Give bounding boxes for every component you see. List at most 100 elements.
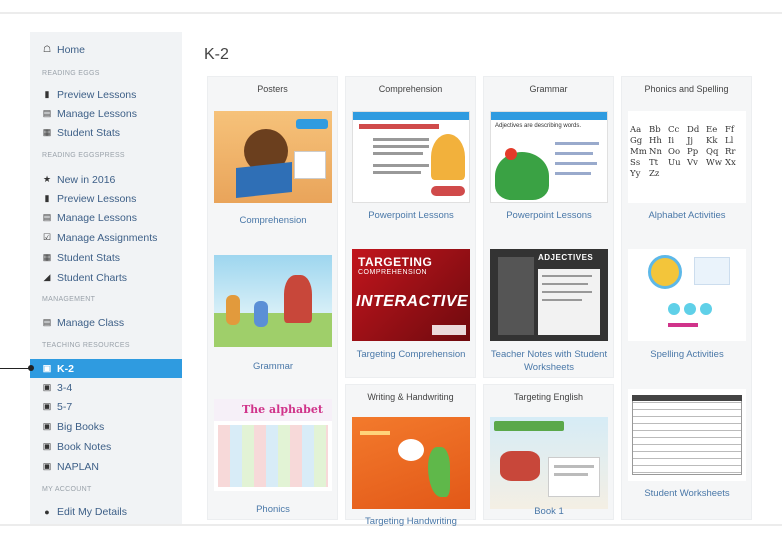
- alphabet-letter: Oo: [668, 147, 681, 157]
- stats-icon: ▦: [42, 127, 52, 137]
- panel-title: Posters: [257, 84, 288, 94]
- image-icon: ▣: [42, 401, 52, 411]
- alphabet-letter: Ii: [668, 136, 675, 146]
- panel-posters: Posters Comprehension Grammar The alphab…: [207, 76, 338, 520]
- thumb-text-frog: Adjectives are describing words.: [495, 123, 582, 129]
- sidebar-item-label: Manage Assignments: [57, 231, 158, 244]
- sidebar-item-new-in-2016[interactable]: ★ New in 2016: [30, 170, 182, 189]
- sidebar-item-manage-class[interactable]: ▤ Manage Class: [30, 313, 182, 332]
- poster-phonics-banner: The alphabet: [242, 403, 323, 416]
- sidebar-item-eggspress-manage-lessons[interactable]: ▤ Manage Lessons: [30, 208, 182, 227]
- alphabet-letter: Tt: [649, 158, 659, 168]
- thumb-text-interactive: INTERACTIVE: [356, 293, 469, 310]
- app-window: ☖ Home READING EGGS ▮ Preview Lessons ▤ …: [0, 0, 782, 538]
- poster-comprehension-thumb[interactable]: [214, 111, 332, 203]
- panel-writing-handwriting: Writing & Handwriting Targeting Handwrit…: [345, 384, 476, 527]
- poster-phonics-thumb[interactable]: The alphabet: [214, 399, 332, 491]
- sidebar-item-label: Manage Lessons: [57, 107, 137, 120]
- panel-comprehension: Comprehension Powerpoint Lessons TARGETI…: [345, 76, 476, 378]
- comprehension-powerpoint-thumb[interactable]: [352, 111, 470, 203]
- sidebar-item-label: 5-7: [57, 400, 73, 413]
- sidebar-item-big-books[interactable]: ▣ Big Books: [30, 417, 182, 436]
- card-link-student-worksheets[interactable]: Student Worksheets: [622, 487, 752, 500]
- sidebar-item-eggspress-student-stats[interactable]: ▦ Student Stats: [30, 248, 182, 267]
- targeting-comprehension-thumb[interactable]: TARGETING COMPREHENSION INTERACTIVE: [352, 249, 470, 341]
- spelling-activities-thumb[interactable]: [628, 249, 746, 341]
- sidebar-item-label: Big Books: [57, 420, 105, 433]
- sidebar-item-k-2[interactable]: ▣ K-2: [30, 359, 182, 378]
- card-link-alphabet-activities[interactable]: Alphabet Activities: [622, 209, 752, 222]
- sidebar-item-label: Student Charts: [57, 271, 128, 284]
- sidebar-item-label: Preview Lessons: [57, 88, 137, 101]
- card-link-powerpoint-lessons[interactable]: Powerpoint Lessons: [346, 209, 476, 222]
- alphabet-letter: Pp: [687, 147, 699, 157]
- panel-title: Phonics and Spelling: [644, 84, 729, 94]
- image-icon: ▣: [42, 363, 52, 373]
- alphabet-letter: Bb: [649, 125, 661, 135]
- sidebar-item-manage-lessons[interactable]: ▤ Manage Lessons: [30, 104, 182, 123]
- panel-phonics-spelling: Phonics and Spelling Aa Bb Cc Dd Ee Ff Gg Hh Ii J…: [621, 76, 752, 520]
- targeting-handwriting-thumb[interactable]: [352, 417, 470, 509]
- sidebar-item-eggspress-preview-lessons[interactable]: ▮ Preview Lessons: [30, 189, 182, 208]
- heading-management: MANAGEMENT: [42, 296, 96, 303]
- sidebar-item-3-4[interactable]: ▣ 3-4: [30, 378, 182, 397]
- alphabet-letter: Ll: [725, 136, 734, 146]
- top-border: [0, 12, 782, 14]
- home-icon: ☖: [42, 44, 52, 54]
- grammar-powerpoint-thumb[interactable]: Adjectives are describing words.: [490, 111, 608, 203]
- alphabet-letter: Qq: [706, 147, 719, 157]
- sidebar-item-naplan[interactable]: ▣ NAPLAN: [30, 457, 182, 476]
- star-icon: ★: [42, 174, 52, 184]
- thumb-text-targeting: TARGETING: [358, 255, 433, 269]
- alphabet-letter: Ss: [630, 158, 641, 168]
- sidebar-item-book-notes[interactable]: ▣ Book Notes: [30, 437, 182, 456]
- sidebar-item-label: Edit My Details: [57, 505, 128, 518]
- card-link-phonics[interactable]: Phonics: [208, 503, 338, 516]
- sidebar-item-student-charts[interactable]: ◢ Student Charts: [30, 268, 182, 287]
- alphabet-letter: Xx: [725, 158, 736, 168]
- teacher-notes-thumb[interactable]: ADJECTIVES: [490, 249, 608, 341]
- list-icon: ▤: [42, 317, 52, 327]
- card-link-grammar[interactable]: Grammar: [208, 360, 338, 373]
- card-link-targeting-handwriting[interactable]: Targeting Handwriting: [346, 515, 476, 528]
- card-link-grammar-powerpoint-lessons[interactable]: Powerpoint Lessons: [484, 209, 614, 222]
- sidebar-item-label: Book Notes: [57, 440, 112, 453]
- alphabet-letter: Kk: [706, 136, 718, 146]
- alphabet-letter: Ff: [725, 125, 735, 135]
- alphabet-letter: Mm: [630, 147, 647, 157]
- card-link-teacher-notes[interactable]: Teacher Notes with Student Worksheets: [484, 348, 614, 374]
- image-icon: ▣: [42, 461, 52, 471]
- panel-title: Writing & Handwriting: [367, 392, 454, 402]
- image-icon: ▣: [42, 441, 52, 451]
- thumb-text-adjectives: ADJECTIVES: [538, 253, 594, 262]
- book-icon: ▮: [44, 89, 50, 99]
- card-link-spelling-activities[interactable]: Spelling Activities: [622, 348, 752, 361]
- sidebar-item-edit-my-details[interactable]: ● Edit My Details: [30, 502, 182, 521]
- alphabet-letter: Uu: [668, 158, 681, 168]
- sidebar-item-home[interactable]: ☖ Home: [30, 40, 182, 59]
- student-worksheets-thumb[interactable]: [628, 389, 746, 481]
- sidebar-item-student-stats[interactable]: ▦ Student Stats: [30, 123, 182, 142]
- alphabet-letter: Rr: [725, 147, 736, 157]
- card-link-book-1[interactable]: Book 1: [484, 505, 614, 518]
- sidebar-item-manage-assignments[interactable]: ☑ Manage Assignments: [30, 228, 182, 247]
- stats-icon: ▦: [42, 252, 52, 262]
- heading-reading-eggs: READING EGGS: [42, 70, 100, 77]
- card-link-targeting-comprehension[interactable]: Targeting Comprehension: [346, 348, 476, 361]
- user-icon: ●: [44, 506, 50, 517]
- card-link-comprehension[interactable]: Comprehension: [208, 214, 338, 227]
- alphabet-activities-thumb[interactable]: Aa Bb Cc Dd Ee Ff Gg Hh Ii Jj Kk Ll Mm Nn Oo Pp Qq Rr Ss Tt…: [628, 111, 746, 203]
- sidebar-item-label: 3-4: [57, 381, 73, 394]
- alphabet-letter: Aa: [630, 125, 642, 135]
- panel-title: Comprehension: [378, 84, 443, 94]
- panel-title: Grammar: [529, 84, 568, 94]
- sidebar-item-5-7[interactable]: ▣ 5-7: [30, 397, 182, 416]
- alphabet-letter: Zz: [649, 169, 660, 179]
- book-icon: ▮: [44, 193, 50, 203]
- sidebar-item-label: Home: [57, 43, 86, 56]
- list-icon: ▤: [42, 108, 52, 118]
- targeting-english-book1-thumb[interactable]: [490, 417, 608, 509]
- thumb-text-comprehension: COMPREHENSION: [358, 269, 428, 276]
- sidebar-item-preview-lessons[interactable]: ▮ Preview Lessons: [30, 85, 182, 104]
- poster-grammar-thumb[interactable]: [214, 255, 332, 347]
